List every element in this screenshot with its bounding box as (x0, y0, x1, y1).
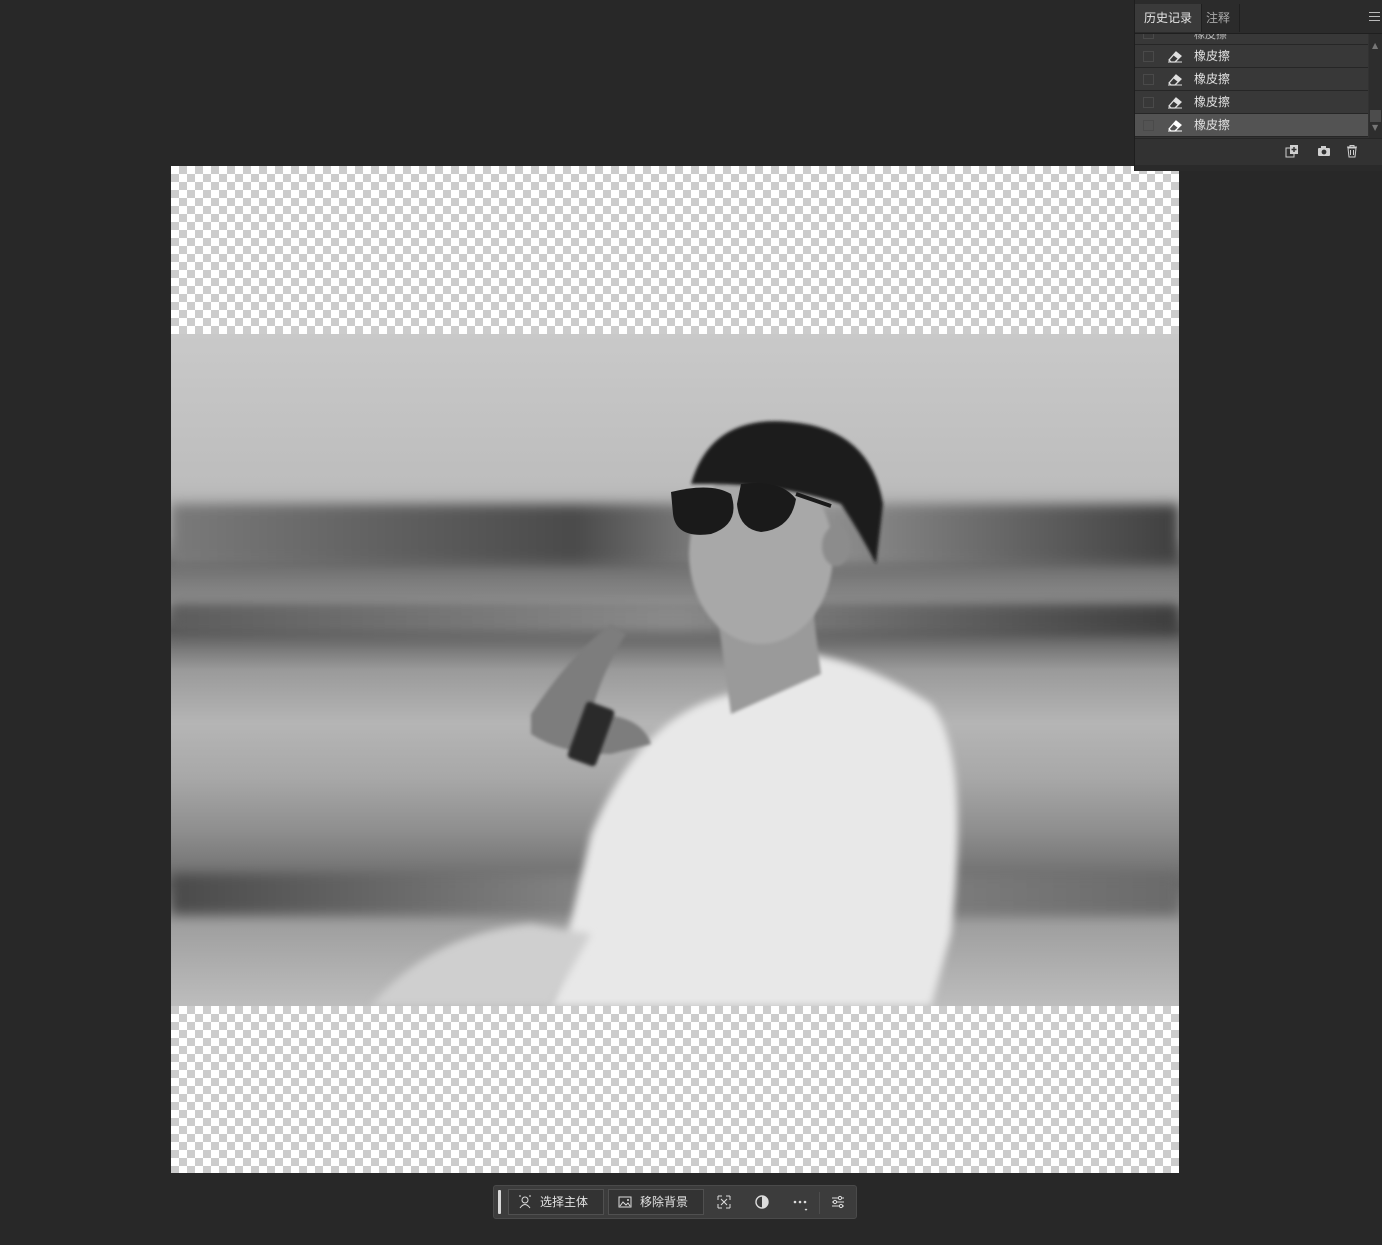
remove-background-label: 移除背景 (640, 1195, 689, 1209)
document-canvas[interactable] (171, 166, 1179, 1173)
scroll-up-icon[interactable]: ▲ (1372, 42, 1380, 50)
subject-figure (371, 421, 958, 1006)
remove-background-button[interactable]: 移除背景 (608, 1189, 704, 1215)
scroll-down-icon[interactable]: ▼ (1372, 124, 1380, 132)
select-subject-icon (519, 1195, 531, 1209)
panel-menu-icon[interactable] (1369, 12, 1380, 21)
canvas-photo[interactable] (171, 334, 1179, 1006)
panel-resize-edge[interactable] (1135, 165, 1382, 171)
scroll-thumb[interactable] (1370, 110, 1381, 122)
adjustment-icon[interactable] (753, 1193, 771, 1211)
history-item-label: 橡皮擦 (1194, 95, 1231, 109)
history-item[interactable]: 橡皮擦 (1135, 91, 1368, 114)
history-item-label: 橡皮擦 (1194, 118, 1231, 132)
tab-history[interactable]: 历史记录 (1135, 4, 1203, 32)
camera-snapshot-icon[interactable] (1317, 144, 1331, 158)
history-brush-source-box[interactable] (1143, 97, 1154, 108)
history-brush-source-box[interactable] (1143, 51, 1154, 62)
eraser-icon (1168, 51, 1182, 63)
more-icon[interactable] (791, 1193, 809, 1211)
taskbar-drag-handle[interactable] (498, 1190, 501, 1214)
history-scrollbar[interactable]: ▲ ▼ (1369, 34, 1382, 138)
history-item[interactable]: 橡皮擦 (1135, 45, 1368, 68)
eraser-icon (1168, 74, 1182, 86)
trash-icon[interactable] (1345, 144, 1359, 158)
history-item-label: 橡皮擦 (1194, 34, 1227, 41)
history-list[interactable]: 橡皮擦 橡皮擦 橡皮擦 橡皮擦 橡皮擦 (1135, 34, 1368, 138)
image-icon (618, 1196, 632, 1208)
history-item-selected[interactable]: 橡皮擦 (1135, 114, 1368, 137)
properties-icon[interactable] (829, 1193, 847, 1211)
eraser-icon (1168, 120, 1182, 132)
history-item[interactable]: 橡皮擦 (1135, 34, 1368, 45)
history-item-label: 橡皮擦 (1194, 72, 1231, 86)
history-item-label: 橡皮擦 (1194, 49, 1231, 63)
history-item[interactable]: 橡皮擦 (1135, 68, 1368, 91)
taskbar-separator (819, 1192, 820, 1214)
transform-selection-icon[interactable] (715, 1193, 733, 1211)
panel-tab-bar: 历史记录 注释 (1135, 0, 1382, 34)
tab-notes[interactable]: 注释 (1197, 4, 1241, 32)
new-document-from-state-icon[interactable] (1285, 144, 1299, 158)
eraser-icon (1168, 97, 1182, 109)
contextual-task-bar: 选择主体 移除背景 (493, 1185, 857, 1219)
history-panel: 历史记录 注释 橡皮擦 橡皮擦 橡皮擦 橡皮擦 橡皮擦 ▲ ▼ (1134, 0, 1382, 171)
history-brush-source-box[interactable] (1143, 74, 1154, 85)
history-panel-footer (1135, 138, 1382, 164)
select-subject-label: 选择主体 (540, 1195, 589, 1209)
select-subject-button[interactable]: 选择主体 (508, 1189, 604, 1215)
history-brush-source-box[interactable] (1143, 120, 1154, 131)
history-brush-source-box[interactable] (1143, 34, 1154, 39)
